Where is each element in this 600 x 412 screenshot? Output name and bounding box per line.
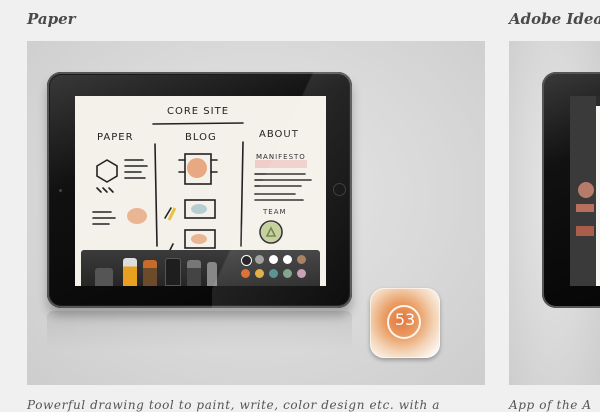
ipad-device: CORE SITE PAPER BLOG ABOUT MANIFESTO TEA…: [47, 72, 352, 308]
color-swatch-yellow: [255, 269, 264, 278]
color-swatch-white-2: [283, 255, 292, 264]
marker-tool-icon: [165, 258, 181, 286]
sketch-label-team: TEAM: [263, 208, 287, 216]
color-swatch-gray: [255, 255, 264, 264]
sketch-column-about: ABOUT: [259, 129, 299, 140]
color-swatch-white: [269, 255, 278, 264]
adobe-color-swatch-2: [576, 226, 594, 236]
card-title-adobe-ideas[interactable]: Adobe Ideas: [509, 10, 600, 28]
fountain-pen-tool-icon: [123, 258, 137, 286]
adobe-color-swatch-1: [576, 204, 594, 212]
app-icon-number: 53: [394, 310, 416, 329]
home-button: [333, 183, 346, 196]
ipad-device-2: [542, 72, 600, 308]
paper-toolbar: [81, 250, 320, 286]
paper-app-icon[interactable]: 53: [370, 288, 440, 358]
card-title-paper[interactable]: Paper: [27, 10, 76, 28]
sketch-column-paper: PAPER: [97, 132, 134, 143]
color-swatch-brown: [297, 255, 306, 264]
color-swatch-orange: [241, 269, 250, 278]
ipad-screen: CORE SITE PAPER BLOG ABOUT MANIFESTO TEA…: [75, 96, 326, 286]
adobe-color-circle: [578, 182, 594, 198]
color-swatch-teal: [269, 269, 278, 278]
app-preview-adobe-ideas[interactable]: [509, 41, 600, 385]
sketch-heading: CORE SITE: [167, 106, 230, 117]
sketch-label-manifesto: MANIFESTO: [256, 153, 306, 161]
ipad-screen-2: [570, 96, 600, 286]
color-swatch-black: [241, 255, 252, 266]
adobe-canvas: [596, 106, 600, 286]
card-description-paper: Powerful drawing tool to paint, write, c…: [27, 398, 440, 412]
camera-dot: [59, 189, 62, 192]
color-swatch-green: [283, 269, 292, 278]
ink-pen-tool-icon: [207, 262, 217, 286]
color-swatch-pink: [297, 269, 306, 278]
pencil-tool-icon: [143, 260, 157, 286]
card-description-adobe-ideas: App of the A: [509, 398, 592, 412]
paintbrush-tool-icon: [187, 260, 201, 286]
sketch-column-blog: BLOG: [185, 132, 217, 143]
app-preview-paper[interactable]: CORE SITE PAPER BLOG ABOUT MANIFESTO TEA…: [27, 41, 485, 385]
eraser-tool-icon: [95, 268, 113, 286]
ipad-reflection: [47, 311, 352, 351]
